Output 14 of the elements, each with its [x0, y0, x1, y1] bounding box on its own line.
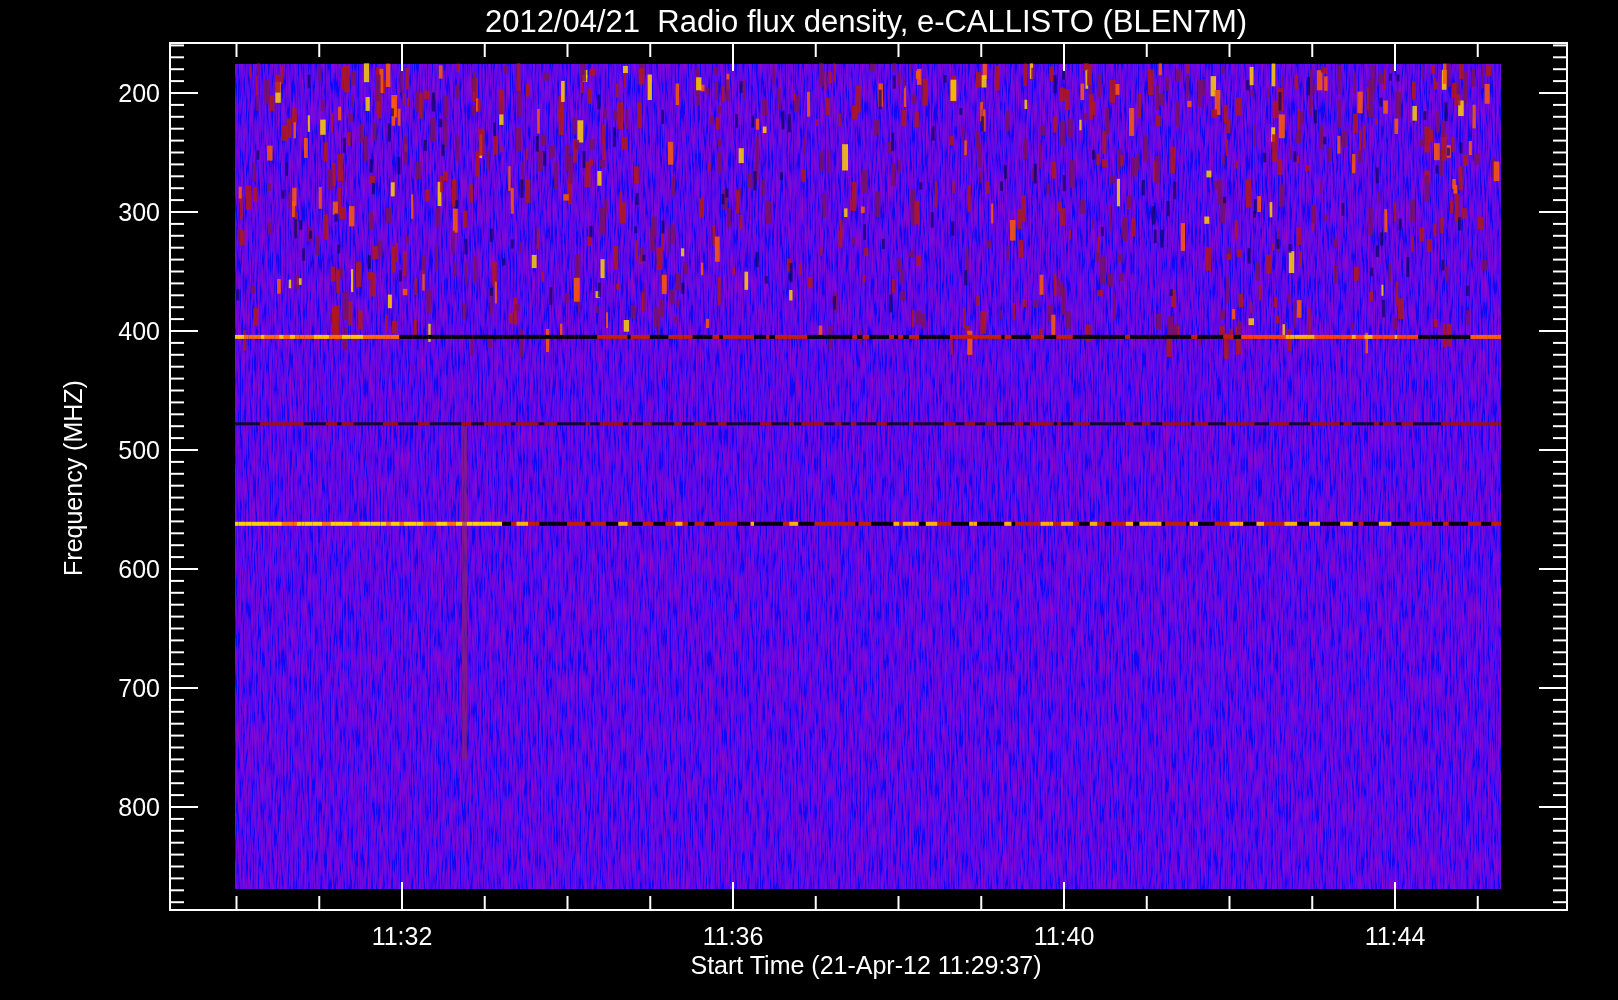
x-tick-label: 11:44	[1364, 922, 1426, 950]
y-tick-label: 600	[118, 555, 160, 583]
x-tick-label: 11:32	[371, 922, 433, 950]
y-tick-label: 200	[118, 79, 160, 107]
y-axis-label: Frequency (MHZ)	[59, 380, 87, 576]
y-tick-label: 700	[118, 674, 160, 702]
chart-title: 2012/04/21 Radio flux density, e-CALLISTO (BLEN7M)	[484, 4, 1248, 39]
y-tick-label: 500	[118, 436, 160, 464]
x-tick-label: 11:36	[702, 922, 764, 950]
y-tick-label: 800	[118, 793, 160, 821]
x-axis-label: Start Time (21-Apr-12 11:29:37)	[690, 951, 1042, 979]
x-tick-label: 11:40	[1033, 922, 1095, 950]
y-tick-label: 300	[118, 198, 160, 226]
y-tick-label: 400	[118, 317, 160, 345]
